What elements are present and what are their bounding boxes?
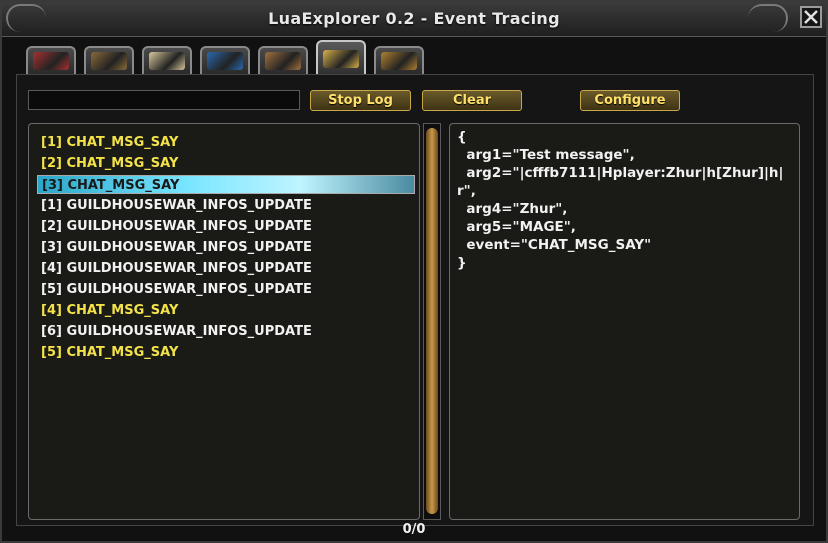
tab-1[interactable]: [26, 46, 76, 74]
title-ornament-right: [748, 4, 788, 32]
event-list-item[interactable]: [1] GUILDHOUSEWAR_INFOS_UPDATE: [37, 196, 415, 215]
page-counter: 0/0: [402, 522, 426, 537]
red-book-icon: [33, 52, 69, 70]
event-list-item[interactable]: [5] GUILDHOUSEWAR_INFOS_UPDATE: [37, 280, 415, 299]
event-list-scrollbar[interactable]: [423, 123, 441, 520]
event-detail-text: { arg1="Test message", arg2="|cfffb7111|…: [457, 129, 784, 271]
event-list-item[interactable]: [3] GUILDHOUSEWAR_INFOS_UPDATE: [37, 238, 415, 257]
event-list-item[interactable]: [4] GUILDHOUSEWAR_INFOS_UPDATE: [37, 259, 415, 278]
event-list-item[interactable]: [5] CHAT_MSG_SAY: [37, 343, 415, 362]
tools-icon: [265, 52, 301, 70]
tab-6[interactable]: [316, 40, 366, 74]
event-list-item[interactable]: [2] GUILDHOUSEWAR_INFOS_UPDATE: [37, 217, 415, 236]
open-book-icon: [149, 52, 185, 70]
blue-orb-icon: [207, 52, 243, 70]
event-list-item[interactable]: [1] CHAT_MSG_SAY: [37, 133, 415, 152]
event-list[interactable]: [1] CHAT_MSG_SAY [2] CHAT_MSG_SAY [3] CHAT…: [28, 123, 420, 520]
scrollbar-thumb[interactable]: [426, 128, 438, 514]
event-detail-panel: { arg1="Test message", arg2="|cfffb7111|…: [449, 123, 800, 520]
scroll-event-icon: [323, 50, 359, 68]
sword-icon: [91, 52, 127, 70]
event-list-item[interactable]: [4] CHAT_MSG_SAY: [37, 301, 415, 320]
event-list-item[interactable]: [6] GUILDHOUSEWAR_INFOS_UPDATE: [37, 322, 415, 341]
tab-5[interactable]: [258, 46, 308, 74]
close-icon: [804, 10, 818, 24]
tab-7[interactable]: [374, 46, 424, 74]
tab-3[interactable]: [142, 46, 192, 74]
event-list-item[interactable]: [2] CHAT_MSG_SAY: [37, 154, 415, 173]
configure-button[interactable]: Configure: [580, 90, 680, 111]
close-button[interactable]: [800, 6, 822, 28]
title-bar[interactable]: LuaExplorer 0.2 - Event Tracing: [2, 2, 826, 37]
filter-input[interactable]: [28, 90, 300, 110]
clear-button[interactable]: Clear: [422, 90, 522, 111]
stop-log-button[interactable]: Stop Log: [310, 90, 411, 111]
golden-emblem-icon: [381, 52, 417, 70]
tab-4[interactable]: [200, 46, 250, 74]
tab-2[interactable]: [84, 46, 134, 74]
window-title: LuaExplorer 0.2 - Event Tracing: [268, 9, 560, 28]
event-list-item[interactable]: [3] CHAT_MSG_SAY: [37, 175, 415, 194]
